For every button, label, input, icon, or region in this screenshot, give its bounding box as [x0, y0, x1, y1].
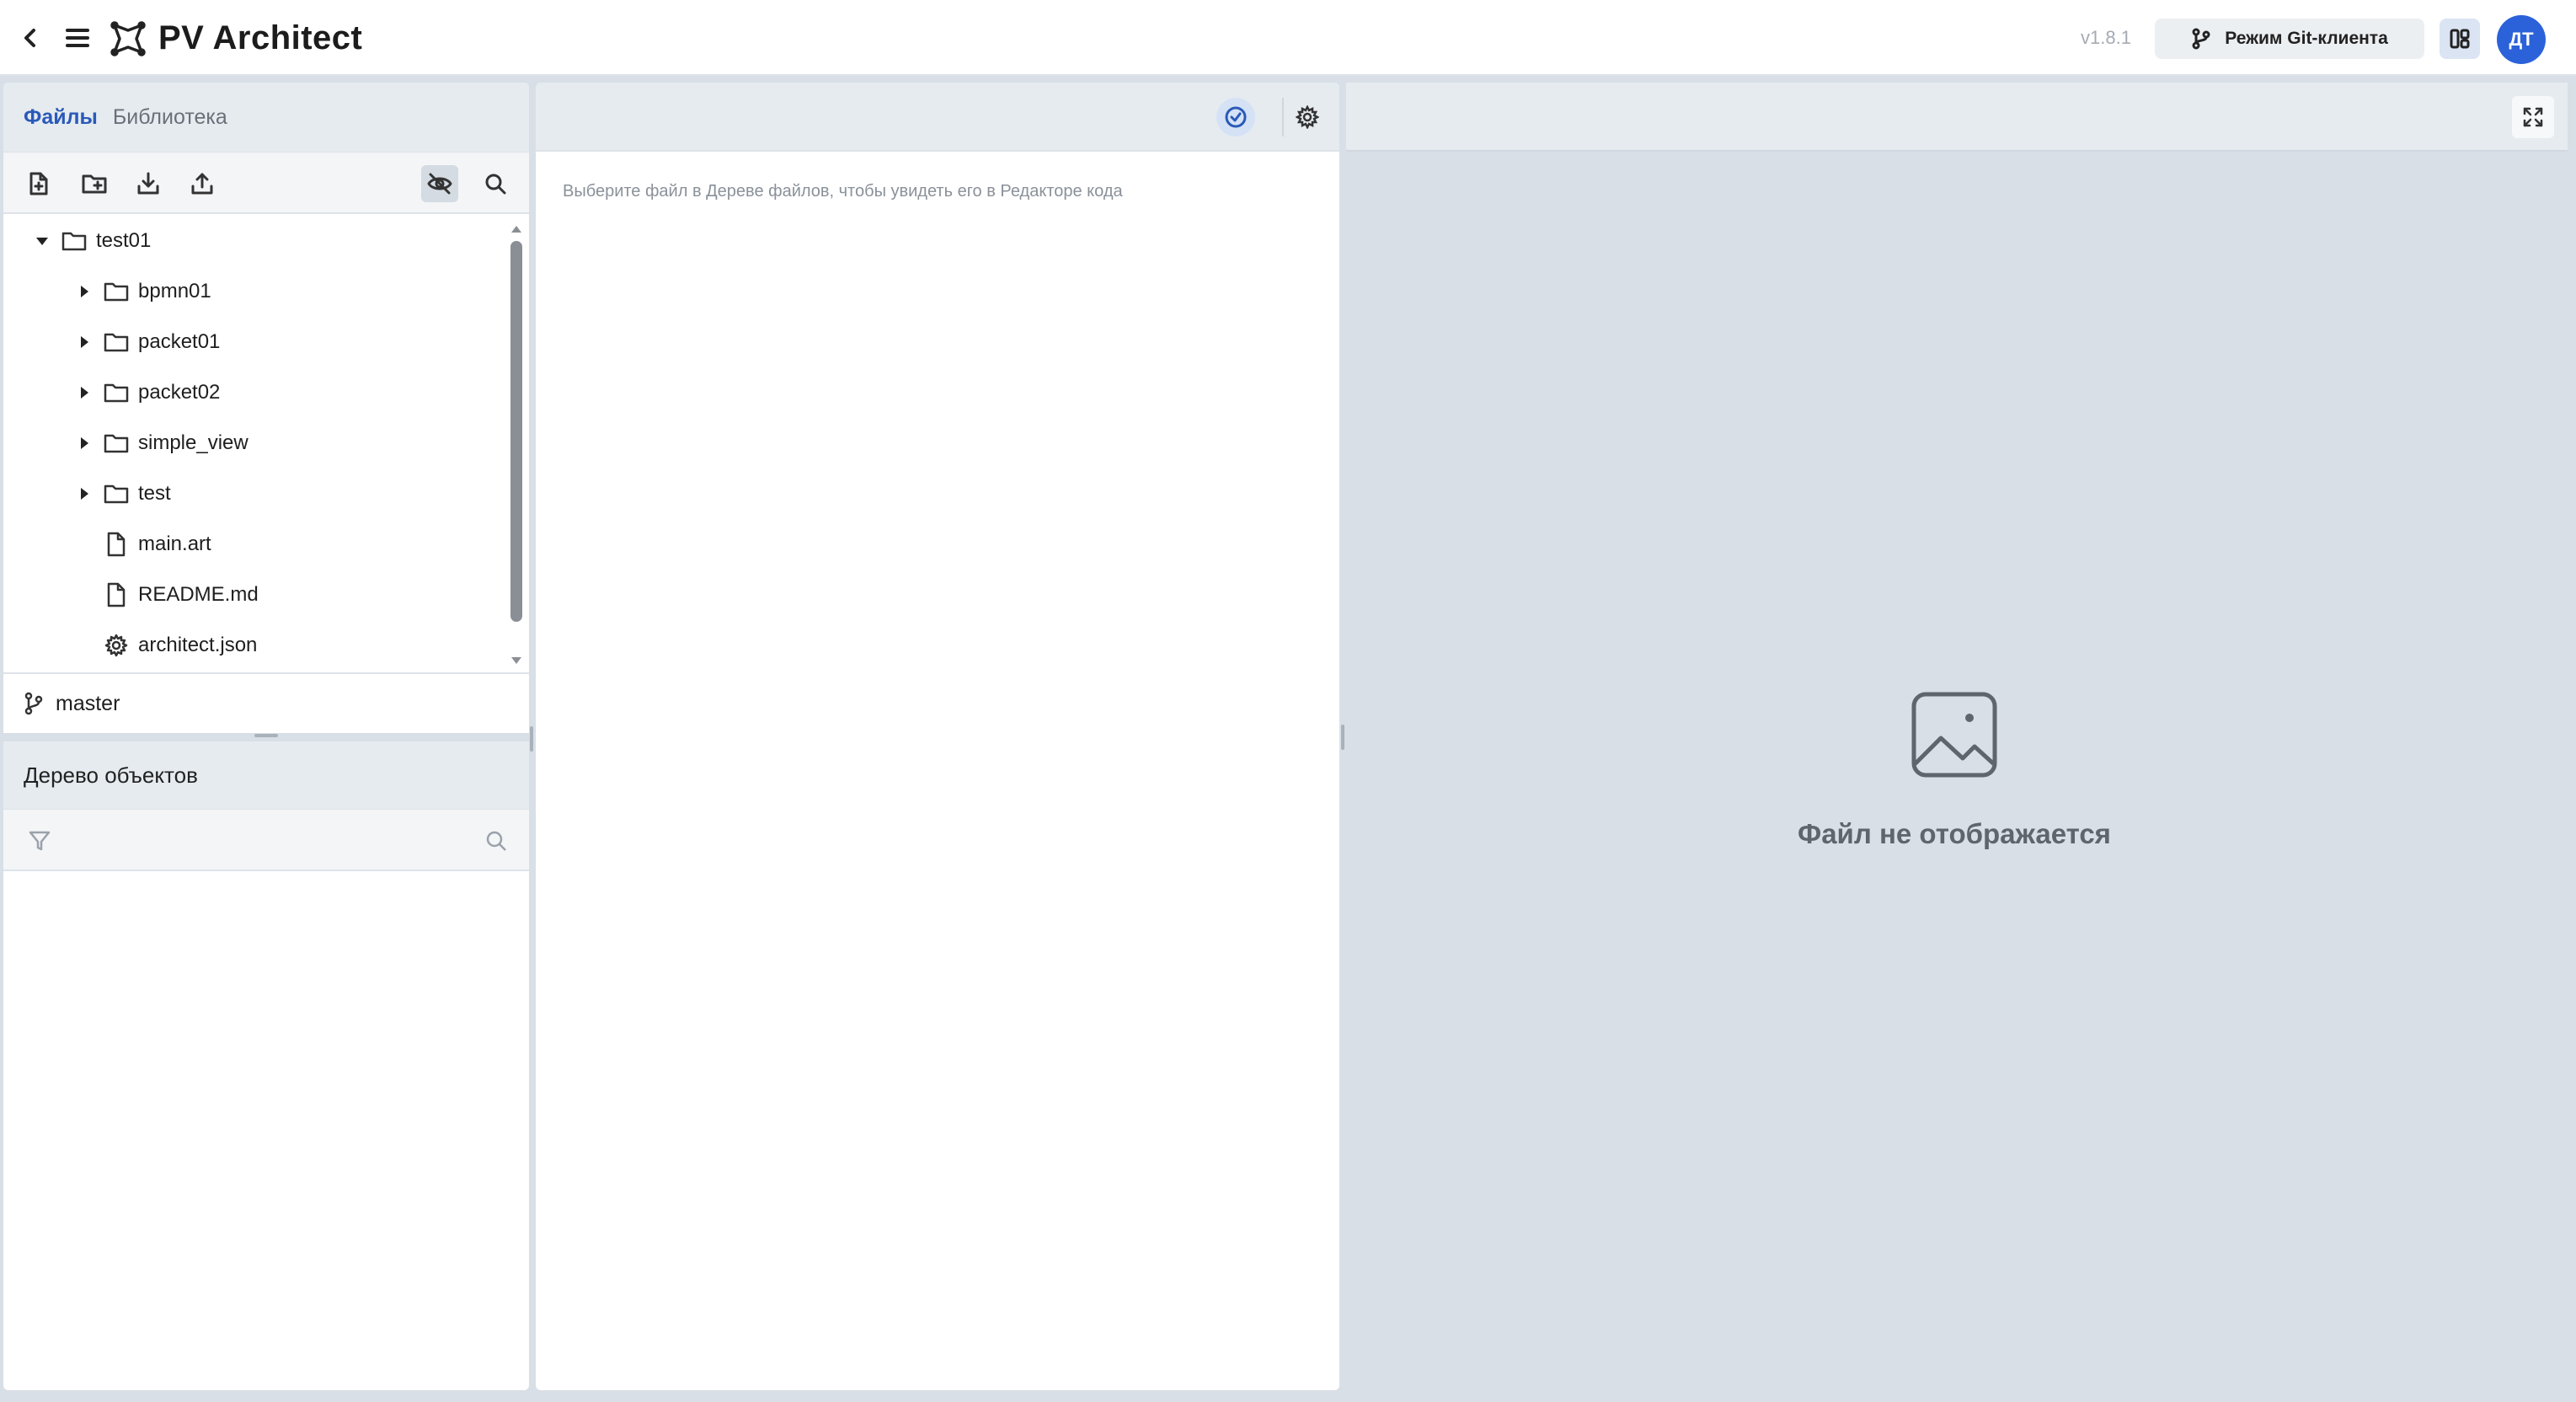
new-folder-icon: [82, 174, 107, 194]
preview-header: [1346, 83, 2568, 152]
tree-item-label: test01: [96, 229, 152, 252]
new-folder-button[interactable]: [76, 165, 113, 202]
upload-icon: [191, 173, 213, 195]
splitter-grip[interactable]: [530, 726, 533, 752]
caret-right-icon[interactable]: [72, 482, 96, 506]
git-mode-button[interactable]: Режим Git-клиента: [2155, 19, 2424, 59]
tree-item-label: architect.json: [138, 634, 258, 656]
toggle-hidden-button[interactable]: [421, 165, 458, 202]
files-tabs: Файлы Библиотека: [3, 83, 529, 152]
back-button[interactable]: [15, 21, 45, 55]
image-placeholder-icon: [1911, 691, 1998, 779]
editor-settings-button[interactable]: [1288, 98, 1327, 136]
preview-panel: Файл не отображается: [1346, 83, 2568, 1390]
folder-icon: [103, 329, 130, 356]
git-mode-label: Режим Git-клиента: [2225, 29, 2388, 48]
tree-item-test01[interactable]: test01: [30, 216, 519, 266]
download-button[interactable]: [130, 165, 167, 202]
layout-panels-icon: [2450, 29, 2470, 49]
scroll-up-icon[interactable]: [510, 222, 523, 236]
new-file-button[interactable]: [20, 165, 57, 202]
folder-icon: [103, 379, 130, 406]
validate-button[interactable]: [1216, 98, 1255, 136]
scroll-down-icon[interactable]: [510, 654, 523, 667]
file-tree: test01 bpmn01 packet01 packet02 simple_v…: [3, 216, 529, 671]
search-icon: [485, 174, 506, 195]
eye-off-icon: [427, 173, 452, 195]
download-icon: [137, 172, 159, 195]
upload-button[interactable]: [184, 165, 221, 202]
tab-files[interactable]: Файлы: [24, 104, 98, 130]
tree-item-simple-view[interactable]: simple_view: [72, 418, 529, 468]
scrollbar-thumb[interactable]: [510, 241, 522, 622]
folder-icon: [103, 278, 130, 305]
folder-icon: [103, 430, 130, 457]
file-search-button[interactable]: [477, 165, 514, 202]
filter-icon[interactable]: [27, 828, 52, 854]
git-branch-icon: [2192, 28, 2210, 50]
top-header: PV Architect v1.8.1 Режим Git-клиента ДТ: [0, 0, 2576, 76]
tree-item-readme[interactable]: README.md: [96, 570, 529, 620]
version-label: v1.8.1: [2081, 27, 2131, 48]
objects-header: Дерево объектов: [3, 741, 529, 809]
hamburger-icon: [66, 29, 89, 47]
editor-empty-hint: Выберите файл в Дереве файлов, чтобы уви…: [563, 182, 1123, 201]
tree-item-bpmn01[interactable]: bpmn01: [72, 266, 529, 317]
editor-header: [536, 83, 1339, 152]
divider: [1282, 98, 1284, 136]
panel-splitter-horizontal[interactable]: [3, 733, 529, 741]
gear-icon: [1296, 105, 1319, 129]
app-logo-icon: [110, 20, 147, 57]
objects-filter-input[interactable]: [62, 823, 467, 859]
fullscreen-button[interactable]: [2512, 96, 2554, 138]
tree-item-label: simple_view: [138, 431, 249, 454]
tree-item-label: README.md: [138, 583, 259, 606]
caret-right-icon[interactable]: [72, 381, 96, 404]
folder-icon: [103, 480, 130, 507]
code-editor-panel: Выберите файл в Дереве файлов, чтобы уви…: [536, 83, 1339, 1390]
user-avatar[interactable]: ДТ: [2497, 15, 2546, 64]
tree-item-test[interactable]: test: [72, 468, 529, 519]
splitter-grip[interactable]: [254, 734, 278, 737]
layout-toggle-button[interactable]: [2440, 19, 2480, 59]
tree-item-architect-json[interactable]: architect.json: [96, 620, 529, 671]
tree-item-packet02[interactable]: packet02: [72, 367, 529, 418]
caret-right-icon[interactable]: [72, 280, 96, 303]
caret-right-icon[interactable]: [72, 330, 96, 354]
preview-empty-text: Файл не отображается: [1798, 818, 2111, 849]
new-file-icon: [29, 172, 48, 195]
tree-item-label: main.art: [138, 532, 211, 555]
files-toolbar: [3, 152, 529, 214]
branch-name: master: [56, 691, 120, 715]
app-title: PV Architect: [158, 19, 363, 56]
app-root: PV Architect v1.8.1 Режим Git-клиента ДТ…: [0, 0, 2576, 1402]
tree-item-packet01[interactable]: packet01: [72, 317, 529, 367]
tree-item-label: test: [138, 482, 171, 505]
file-icon: [103, 581, 130, 608]
tree-item-main-art[interactable]: main.art: [96, 519, 529, 570]
objects-tree-title: Дерево объектов: [24, 762, 198, 788]
left-panel: Файлы Библиотека test01 bpmn01 packet01 …: [3, 83, 529, 1390]
git-branch-icon: [24, 692, 43, 715]
splitter-grip[interactable]: [1341, 725, 1344, 750]
menu-button[interactable]: [61, 21, 94, 55]
check-circle-icon: [1225, 106, 1247, 128]
caret-down-icon[interactable]: [30, 229, 54, 253]
file-icon: [103, 531, 130, 558]
tree-item-label: packet01: [138, 330, 221, 353]
gear-icon: [103, 632, 130, 659]
caret-right-icon[interactable]: [72, 431, 96, 455]
file-tree-scrollbar[interactable]: [507, 216, 526, 671]
objects-filter-bar: [3, 809, 529, 871]
tree-item-label: bpmn01: [138, 280, 211, 302]
tree-item-label: packet02: [138, 381, 221, 404]
branch-selector[interactable]: master: [3, 672, 529, 733]
tab-library[interactable]: Библиотека: [113, 104, 227, 130]
expand-icon: [2523, 107, 2543, 127]
search-icon[interactable]: [484, 828, 509, 854]
chevron-left-icon: [24, 29, 35, 47]
folder-icon: [61, 227, 88, 254]
